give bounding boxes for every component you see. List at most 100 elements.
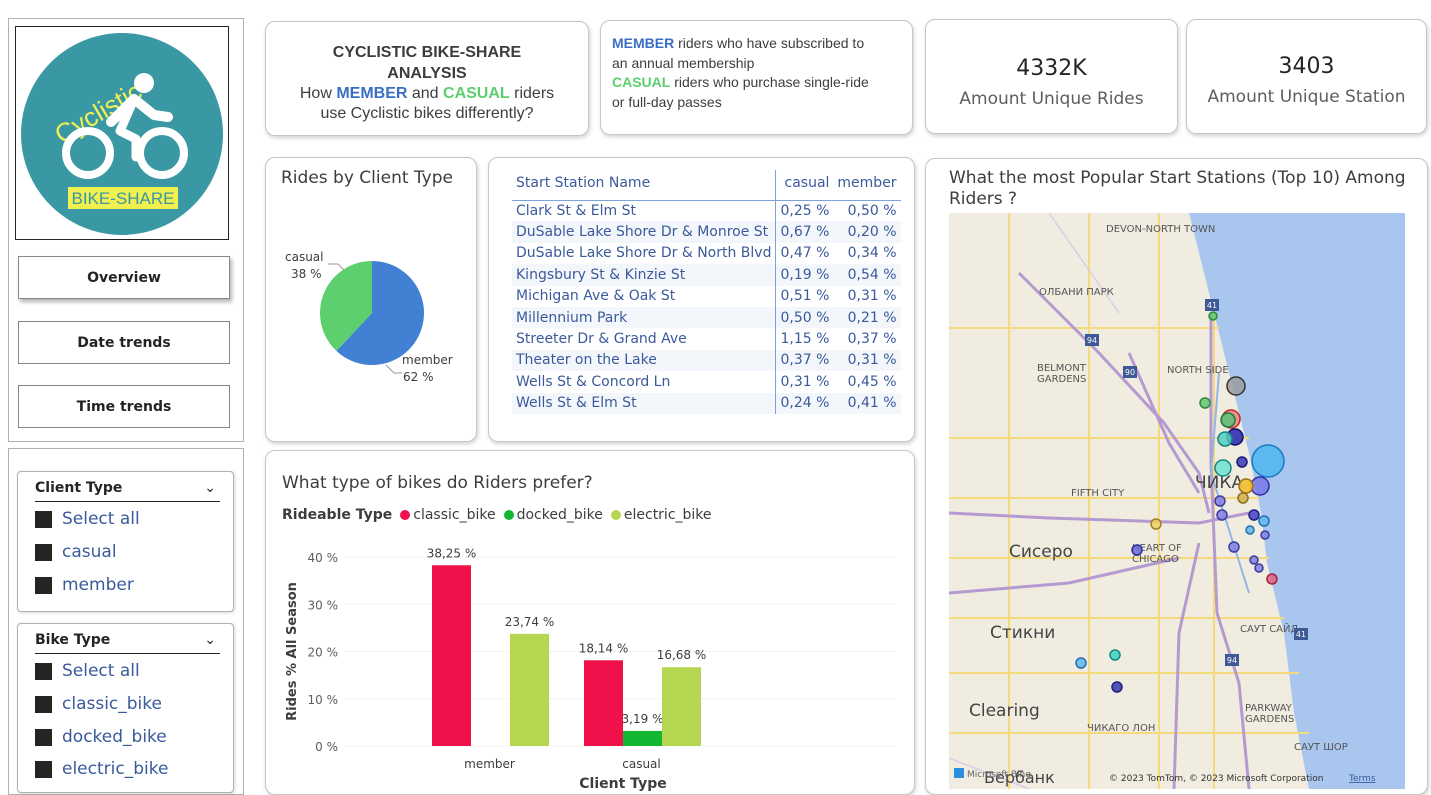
checkbox-icon[interactable] — [35, 760, 52, 778]
data-label: 18,14 % — [579, 641, 629, 655]
station-bubble[interactable] — [1254, 563, 1264, 573]
bike-type-slicer-header[interactable]: Bike Type ⌄ — [35, 632, 220, 654]
map-label: САУТ САЙД — [1240, 622, 1299, 635]
station-bubble[interactable] — [1237, 492, 1249, 504]
station-bubble[interactable] — [1266, 573, 1278, 585]
cell-station: Kingsbury St & Kinzie St — [512, 264, 776, 286]
station-bubble[interactable] — [1208, 311, 1218, 321]
slicer-option-member[interactable]: member — [35, 575, 134, 595]
station-bubble[interactable] — [1226, 376, 1246, 396]
slicer-option-classic-bike[interactable]: classic_bike — [35, 694, 162, 714]
legend-title: Rideable Type — [282, 507, 393, 523]
table-row[interactable]: DuSable Lake Shore Dr & North Blvd 0,47 %… — [512, 242, 901, 265]
slicer-option-label: casual — [62, 542, 117, 562]
y-tick-label: 0 % — [315, 740, 338, 754]
table-row[interactable]: DuSable Lake Shore Dr & Monroe St 0,67 % 0… — [512, 221, 901, 243]
cell-member: 0,34 % — [847, 245, 897, 262]
bar-electric_bike-member[interactable] — [510, 633, 549, 746]
bar-classic_bike-member[interactable] — [432, 565, 471, 746]
checkbox-icon[interactable] — [35, 695, 52, 713]
station-bubble[interactable] — [1228, 541, 1240, 553]
logo-frame: Cyclistic BIKE-SHARE — [15, 26, 229, 240]
pie-title: Rides by Client Type — [281, 168, 453, 188]
station-bubble[interactable] — [1216, 509, 1228, 521]
cell-casual: 0,19 % — [775, 264, 834, 286]
pie-member-pct: 62 % — [403, 370, 434, 384]
station-bubble[interactable] — [1109, 649, 1121, 661]
bar-classic_bike-casual[interactable] — [584, 660, 623, 746]
slicer-option-electric-bike[interactable]: electric_bike — [35, 759, 168, 779]
cell-casual: 0,51 % — [775, 285, 834, 307]
station-bubble[interactable] — [1111, 681, 1123, 693]
cyclistic-logo: Cyclistic BIKE-SHARE — [21, 33, 223, 235]
table-row[interactable]: Streeter Dr & Grand Ave 1,15 % 0,37 % — [512, 328, 901, 350]
station-bubble[interactable] — [1199, 397, 1211, 409]
cell-member: 0,21 % — [833, 306, 901, 329]
kpi-stations-label: Amount Unique Station — [1207, 87, 1406, 107]
station-bubble[interactable] — [1220, 412, 1236, 428]
casual-definition-text-2: or full-day passes — [612, 93, 722, 110]
station-bubble[interactable] — [1260, 530, 1270, 540]
column-header-member[interactable]: member — [833, 170, 901, 201]
bike-type-slicer-title: Bike Type — [35, 632, 111, 648]
station-bubble[interactable] — [1248, 509, 1260, 521]
slicer-option-select-all[interactable]: Select all — [35, 509, 140, 529]
kpi-rides-label: Amount Unique Rides — [959, 89, 1144, 109]
header-card: CYCLISTIC BIKE-SHARE ANALYSIS How MEMBER… — [265, 21, 589, 136]
x-axis-label: Client Type — [579, 776, 666, 791]
member-definition-word: MEMBER — [612, 35, 675, 51]
station-bubble[interactable] — [1238, 478, 1254, 494]
bar-chart: 0 % 10 % 20 % 30 % 40 % Rides % All Season 38,… — [285, 546, 898, 791]
pie-leader-line — [385, 364, 402, 374]
station-bubble[interactable] — [1150, 518, 1162, 530]
cell-station: Clark St & Elm St — [516, 202, 636, 219]
station-bubble[interactable] — [1258, 515, 1270, 527]
bar-docked_bike-casual[interactable] — [623, 730, 662, 746]
cell-member: 0,45 % — [847, 373, 897, 390]
station-bubble[interactable] — [1214, 459, 1232, 477]
station-bubble[interactable] — [1131, 544, 1143, 556]
slicer-option-select-all[interactable]: Select all — [35, 661, 140, 681]
checkbox-icon[interactable] — [35, 662, 52, 680]
chevron-down-icon[interactable]: ⌄ — [204, 480, 216, 496]
column-header-station[interactable]: Start Station Name — [512, 170, 776, 201]
map-view[interactable]: DEVON-NORTH TOWN ОЛБАНИ ПАРК BELMONT GAR… — [949, 213, 1405, 789]
data-label: 23,74 % — [505, 615, 555, 629]
table-row[interactable]: Wells St & Concord Ln 0,31 % 0,45 % — [512, 371, 901, 393]
highway-shield: 90 — [1125, 368, 1135, 377]
slicer-option-casual[interactable]: casual — [35, 542, 117, 562]
chevron-down-icon[interactable]: ⌄ — [204, 632, 216, 648]
map-label: Сисеро — [1009, 542, 1073, 562]
map-canvas[interactable]: DEVON-NORTH TOWN ОЛБАНИ ПАРК BELMONT GAR… — [949, 213, 1405, 789]
station-bubble[interactable] — [1214, 495, 1226, 507]
checkbox-icon[interactable] — [35, 576, 52, 594]
table-row[interactable]: Michigan Ave & Oak St 0,51 % 0,31 % — [512, 285, 901, 307]
time-trends-button[interactable]: Time trends — [18, 385, 230, 428]
pie-chart — [320, 261, 424, 374]
station-bubble[interactable] — [1251, 444, 1285, 478]
table-row[interactable]: Wells St & Elm St 0,24 % 0,41 % — [512, 392, 901, 414]
slicer-option-docked-bike[interactable]: docked_bike — [35, 727, 167, 747]
station-bubble[interactable] — [1245, 525, 1255, 535]
legend-label-docked: docked_bike — [516, 507, 603, 523]
date-trends-button[interactable]: Date trends — [18, 321, 230, 364]
checkbox-icon[interactable] — [35, 728, 52, 746]
client-type-slicer: Client Type ⌄ Select all casual member — [17, 471, 234, 612]
map-label: ЧИКАГО ЛОН — [1087, 723, 1155, 734]
cell-station: Theater on the Lake — [512, 349, 776, 372]
column-header-casual[interactable]: casual — [775, 170, 834, 201]
checkbox-icon[interactable] — [35, 510, 52, 528]
station-bubble[interactable] — [1236, 456, 1248, 468]
overview-button[interactable]: Overview — [18, 256, 230, 299]
table-row[interactable]: Theater on the Lake 0,37 % 0,31 % — [512, 349, 901, 372]
bike-type-chart-card: What type of bikes do Riders prefer? Rid… — [265, 450, 915, 795]
table-row[interactable]: Millennium Park 0,50 % 0,21 % — [512, 306, 901, 329]
station-bubble[interactable] — [1217, 431, 1233, 447]
table-row[interactable]: Clark St & Elm St 0,25 % 0,50 % — [512, 200, 901, 222]
client-type-slicer-header[interactable]: Client Type ⌄ — [35, 480, 220, 502]
table-row[interactable]: Kingsbury St & Kinzie St 0,19 % 0,54 % — [512, 264, 901, 286]
station-bubble[interactable] — [1249, 555, 1259, 565]
checkbox-icon[interactable] — [35, 543, 52, 561]
station-bubble[interactable] — [1075, 657, 1087, 669]
bar-electric_bike-casual[interactable] — [662, 667, 701, 746]
